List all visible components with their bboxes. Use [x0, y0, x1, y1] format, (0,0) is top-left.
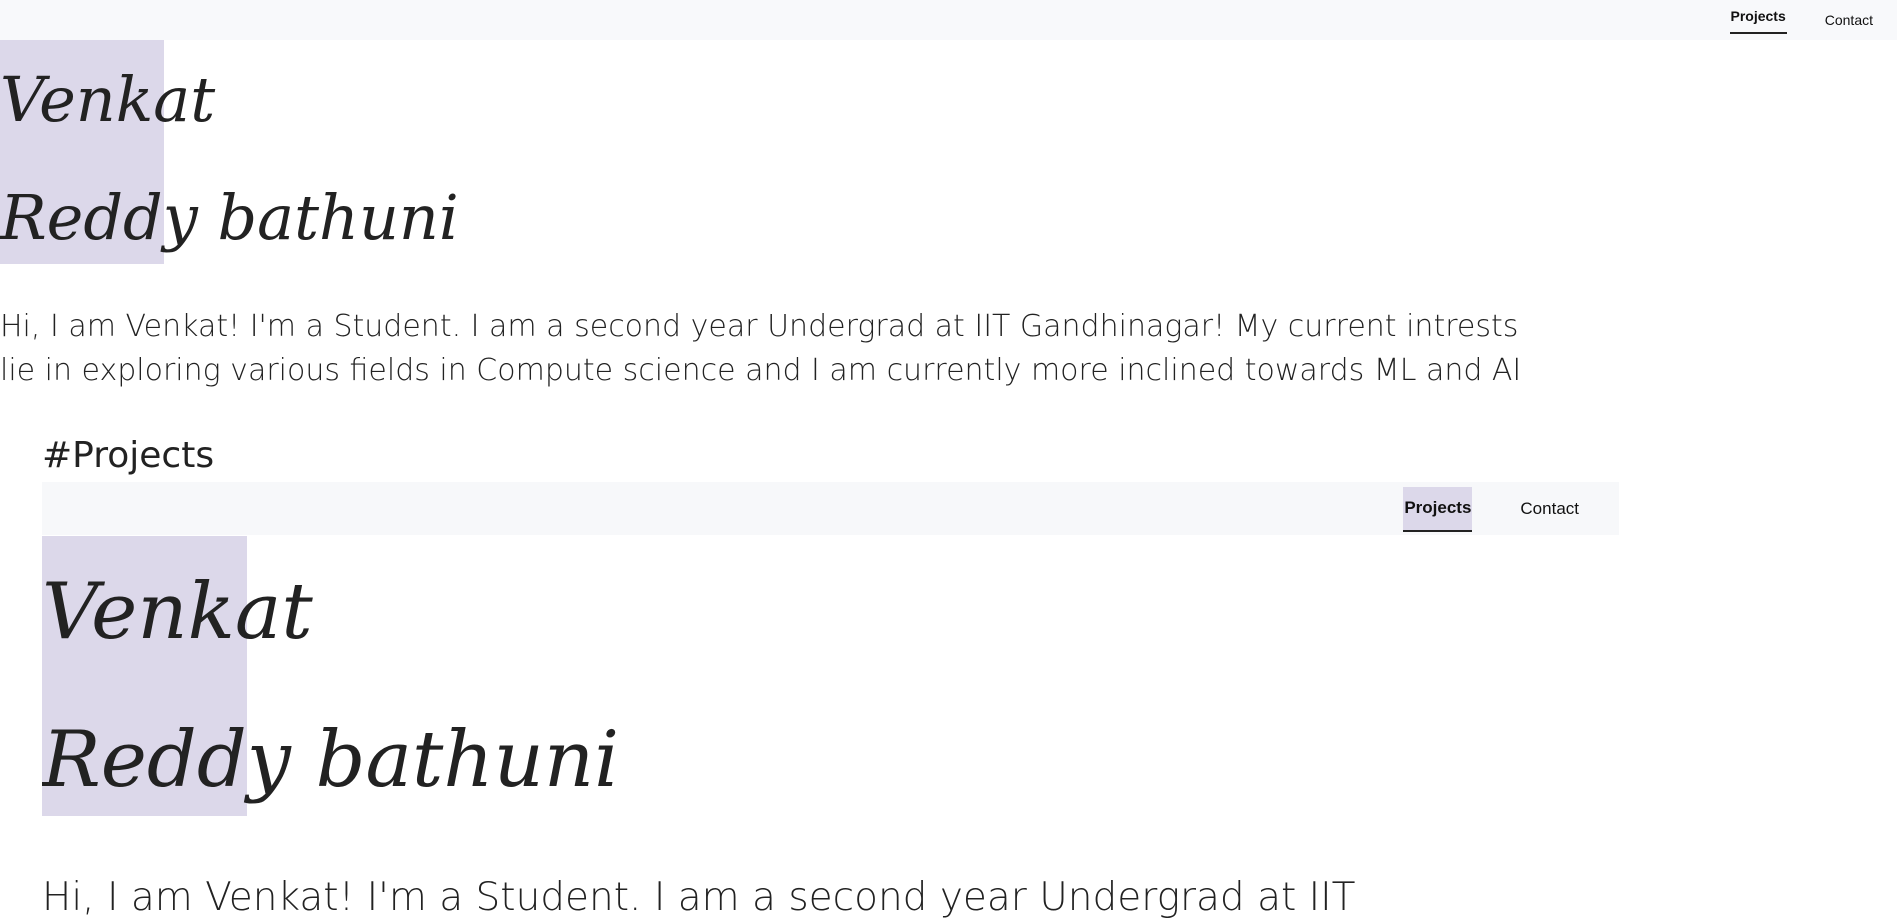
hero-name-line1: Venkat: [0, 63, 216, 136]
hero-name-line2: Reddy bathuni: [0, 181, 459, 254]
preview-name-line2: Reddy bathuni: [42, 715, 620, 805]
preview-navbar: Projects Contact: [42, 482, 1619, 535]
preview-hero-intro: Hi, I am Venkat! I'm a Student. I am a s…: [42, 875, 1356, 920]
top-navbar: Projects Contact: [0, 0, 1897, 40]
nav-projects-link[interactable]: Projects: [1729, 0, 1787, 34]
projects-heading-text: #Projects: [42, 435, 215, 476]
preview-nav-contact-link[interactable]: Contact: [1520, 482, 1579, 535]
project-preview-frame[interactable]: Projects Contact Venkat Reddy bathuni Hi…: [42, 482, 1619, 922]
preview-name-line1: Venkat: [42, 567, 313, 657]
top-nav-links: Projects Contact: [1692, 0, 1873, 40]
nav-contact-link[interactable]: Contact: [1825, 0, 1873, 40]
projects-heading: #Projects: [42, 431, 214, 481]
preview-nav-projects-link[interactable]: Projects: [1403, 486, 1473, 532]
hero-intro: Hi, I am Venkat! I'm a Student. I am a s…: [0, 309, 1522, 388]
preview-nav-links: Projects Contact: [1355, 482, 1579, 535]
